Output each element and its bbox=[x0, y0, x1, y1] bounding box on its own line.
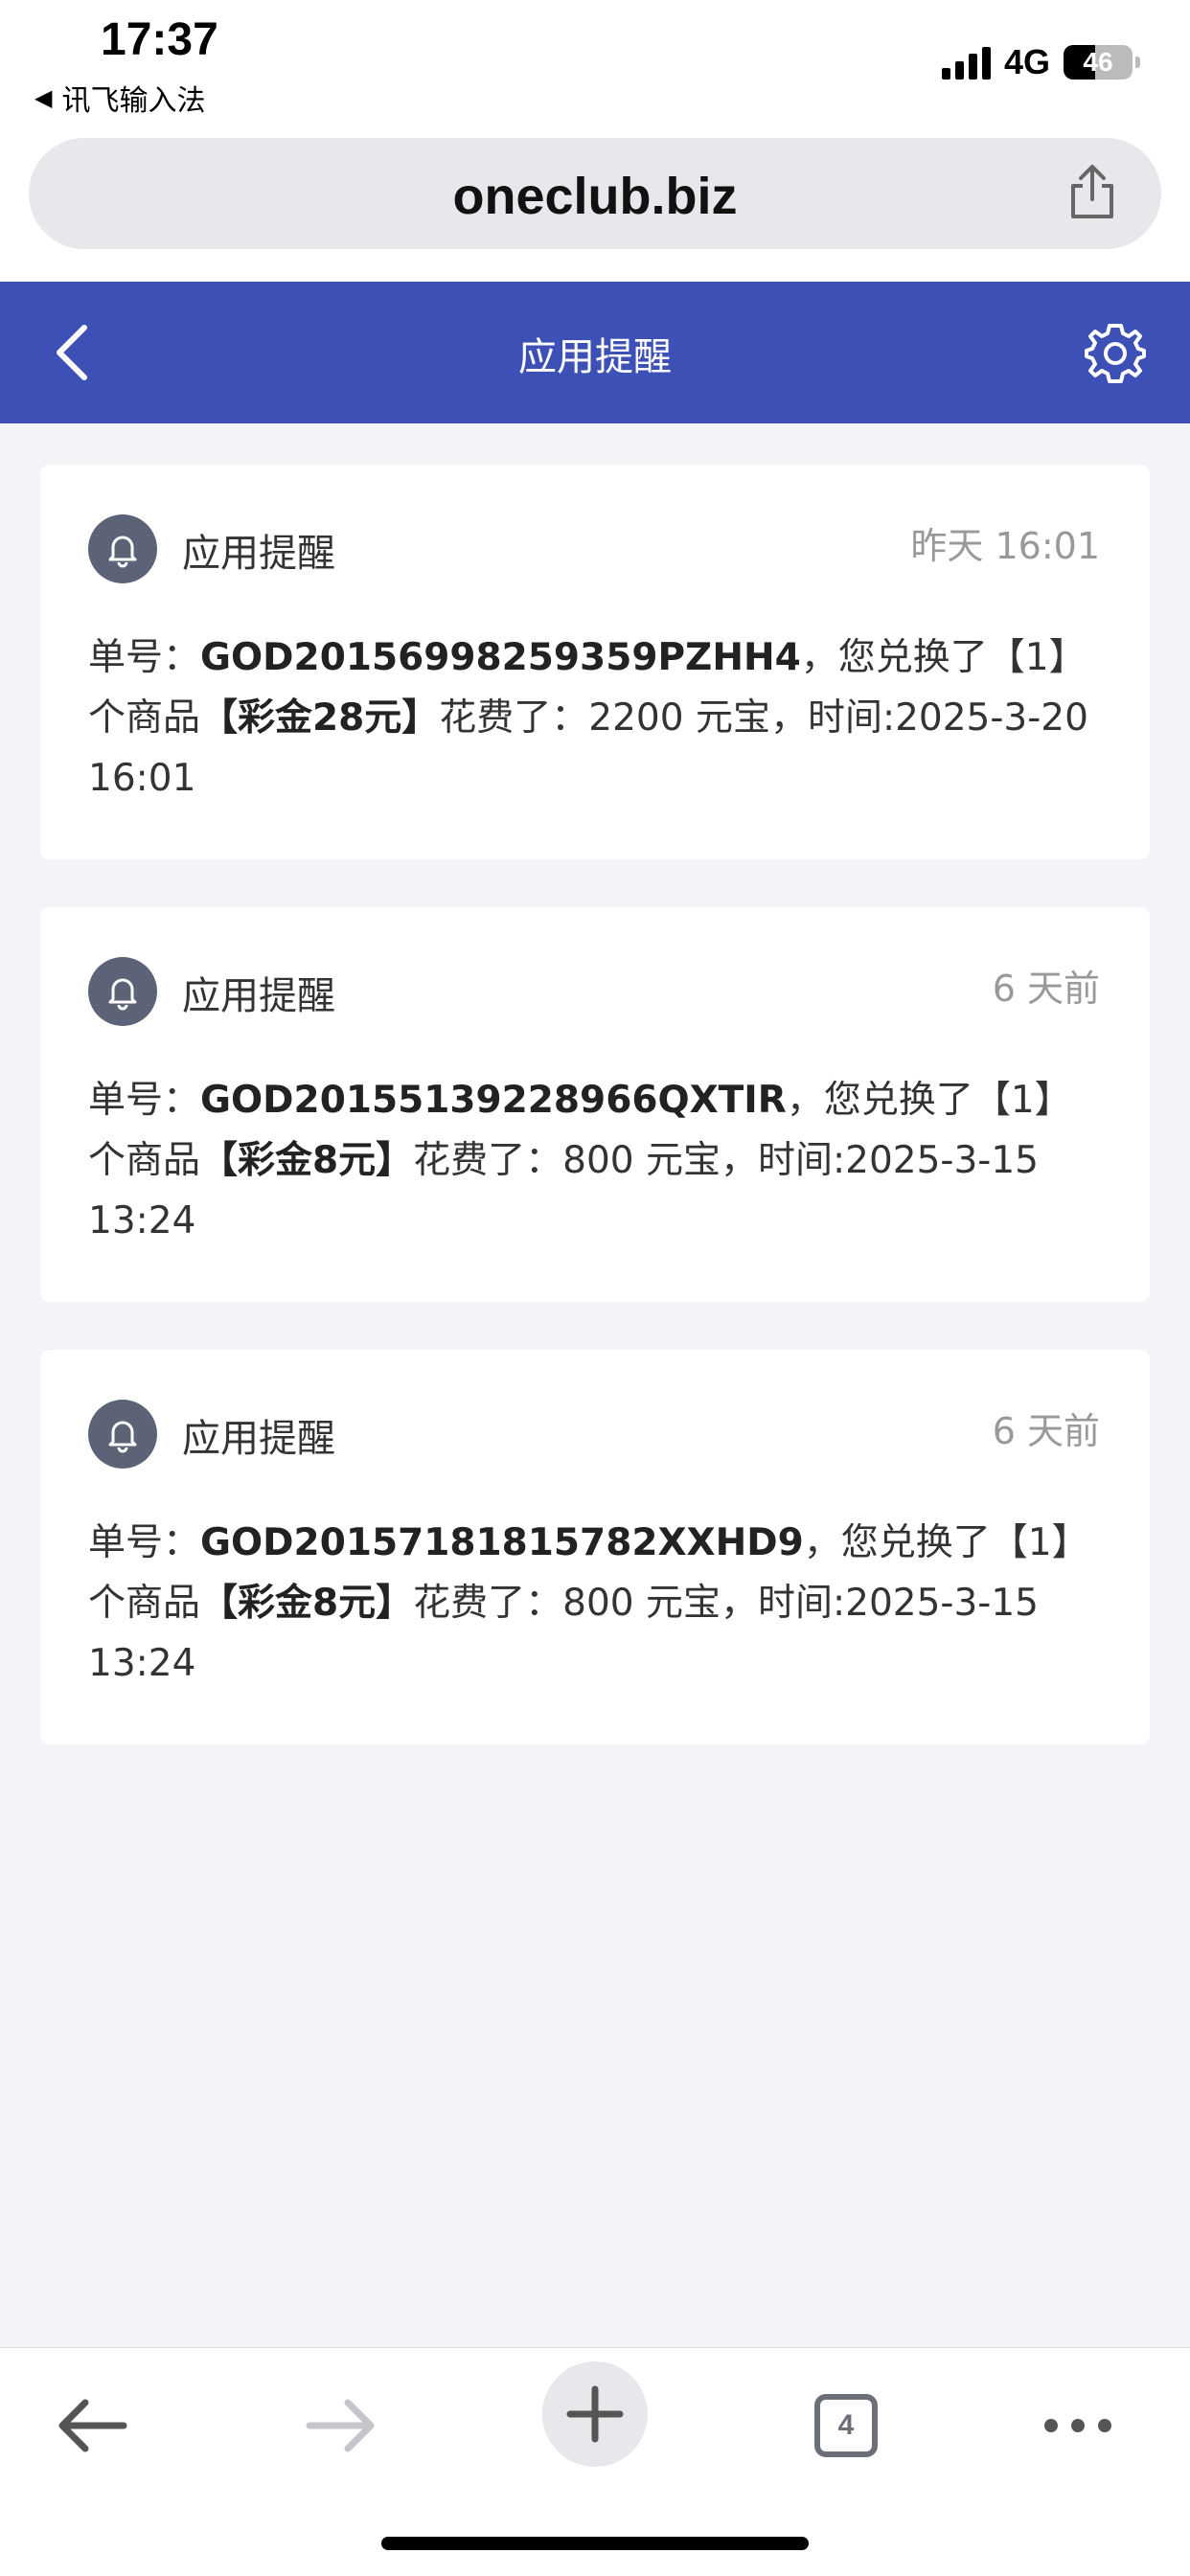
order-label: 单号： bbox=[88, 1521, 201, 1564]
tabs-count: 4 bbox=[814, 2394, 878, 2457]
bell-icon bbox=[88, 1400, 157, 1469]
order-label: 单号： bbox=[88, 1079, 201, 1122]
notification-card[interactable]: 应用提醒 昨天 16:01 单号：GOD20156998259359PZHH4，… bbox=[40, 465, 1150, 859]
more-button[interactable] bbox=[1025, 2373, 1131, 2478]
notification-card[interactable]: 应用提醒 6 天前 单号：GOD20157181815782XXHD9，您兑换了… bbox=[40, 1350, 1150, 1744]
notification-title: 应用提醒 bbox=[182, 974, 335, 1018]
notification-body: 单号：GOD20156998259359PZHH4，您兑换了【1】个商品【彩金2… bbox=[88, 627, 1108, 809]
back-triangle-icon: ◀ bbox=[34, 84, 53, 111]
gear-icon[interactable] bbox=[1085, 322, 1146, 383]
cellular-signal-icon bbox=[941, 45, 991, 80]
item-name: 【彩金8元】 bbox=[200, 1582, 414, 1625]
share-icon[interactable] bbox=[1062, 161, 1123, 222]
forward-button[interactable] bbox=[289, 2373, 395, 2478]
order-label: 单号： bbox=[88, 636, 201, 679]
order-id: GOD20157181815782XXHD9 bbox=[200, 1521, 804, 1564]
notification-card[interactable]: 应用提醒 6 天前 单号：GOD20155139228966QXTIR，您兑换了… bbox=[40, 907, 1150, 1302]
notification-list: 应用提醒 昨天 16:01 单号：GOD20156998259359PZHH4，… bbox=[40, 465, 1150, 1792]
status-time: 17:37 bbox=[101, 14, 218, 65]
back-button[interactable] bbox=[38, 2373, 144, 2478]
bell-icon bbox=[88, 957, 157, 1026]
notification-title: 应用提醒 bbox=[182, 1417, 335, 1461]
battery-level: 46 bbox=[1083, 47, 1113, 77]
notification-body: 单号：GOD20155139228966QXTIR，您兑换了【1】个商品【彩金8… bbox=[88, 1070, 1108, 1251]
tabs-button[interactable]: 4 bbox=[793, 2373, 899, 2478]
order-id: GOD20155139228966QXTIR bbox=[200, 1079, 787, 1122]
notification-timestamp: 昨天 16:01 bbox=[910, 525, 1100, 567]
bell-icon bbox=[88, 514, 157, 583]
more-dots-icon bbox=[1044, 2419, 1111, 2432]
network-type: 4G bbox=[1003, 42, 1050, 81]
status-bar: 17:37 ◀ 讯飞输入法 4G 46 bbox=[0, 0, 1190, 134]
item-name: 【彩金8元】 bbox=[200, 1139, 414, 1182]
back-app-label: 讯飞输入法 bbox=[61, 84, 206, 118]
notification-timestamp: 6 天前 bbox=[992, 1410, 1100, 1452]
new-tab-button[interactable] bbox=[542, 2361, 648, 2467]
status-indicators: 4G 46 bbox=[941, 42, 1140, 82]
back-to-app-link[interactable]: ◀ 讯飞输入法 bbox=[34, 77, 205, 119]
arrow-left-icon bbox=[58, 2399, 127, 2452]
url-text: oneclub.biz bbox=[452, 168, 738, 225]
url-field[interactable]: oneclub.biz bbox=[29, 138, 1161, 249]
plus-icon bbox=[566, 2385, 624, 2443]
order-id: GOD20156998259359PZHH4 bbox=[200, 636, 801, 679]
notification-title: 应用提醒 bbox=[182, 532, 335, 576]
notification-timestamp: 6 天前 bbox=[992, 968, 1100, 1010]
home-indicator bbox=[381, 2537, 809, 2550]
arrow-right-icon bbox=[306, 2399, 375, 2452]
browser-address-bar: oneclub.biz bbox=[0, 134, 1190, 282]
page-title: 应用提醒 bbox=[518, 335, 672, 379]
notification-body: 单号：GOD20157181815782XXHD9，您兑换了【1】个商品【彩金8… bbox=[88, 1513, 1108, 1694]
battery-icon: 46 bbox=[1064, 45, 1140, 80]
app-header: 应用提醒 bbox=[0, 282, 1190, 423]
item-name: 【彩金28元】 bbox=[200, 696, 440, 740]
